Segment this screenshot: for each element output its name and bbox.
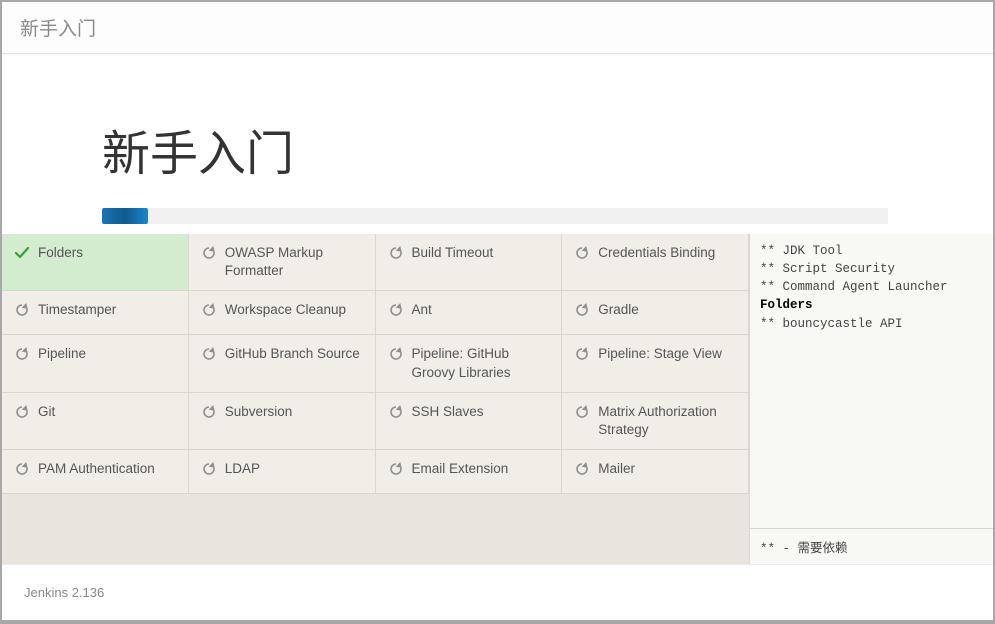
plugin-label: Gradle [598, 301, 639, 319]
log-line: ** Command Agent Launcher [760, 278, 983, 296]
refresh-icon [388, 302, 404, 318]
plugin-label: Git [38, 403, 55, 421]
plugin-label: PAM Authentication [38, 460, 155, 478]
refresh-icon [14, 404, 30, 420]
progress-bar-fill [102, 208, 148, 224]
plugin-label: Matrix Authorization Strategy [598, 403, 736, 439]
plugin-cell: OWASP Markup Formatter [189, 234, 376, 291]
install-log-sidebar: ** JDK Tool** Script Security** Command … [749, 234, 993, 564]
refresh-icon [574, 245, 590, 261]
plugin-label: SSH Slaves [412, 403, 484, 421]
progress-bar [102, 208, 888, 224]
plugin-label: Mailer [598, 460, 635, 478]
jenkins-version: Jenkins 2.136 [24, 585, 104, 600]
refresh-icon [14, 461, 30, 477]
plugin-cell: Subversion [189, 393, 376, 450]
plugin-label: Email Extension [412, 460, 509, 478]
plugin-label: GitHub Branch Source [225, 345, 360, 363]
refresh-icon [14, 346, 30, 362]
plugin-cell: Ant [376, 291, 563, 335]
install-log-footer: ** - 需要依赖 [750, 528, 993, 564]
plugin-cell: Pipeline: Stage View [562, 335, 749, 392]
refresh-icon [14, 302, 30, 318]
plugin-cell: Gradle [562, 291, 749, 335]
log-line: ** Script Security [760, 260, 983, 278]
plugins-grid: Folders OWASP Markup Formatter Build Timeo… [2, 234, 749, 564]
plugin-cell: Pipeline: GitHub Groovy Libraries [376, 335, 563, 392]
plugin-label: Build Timeout [412, 244, 494, 262]
refresh-icon [201, 461, 217, 477]
plugin-label: Workspace Cleanup [225, 301, 346, 319]
main-title: 新手入门 [102, 114, 993, 184]
refresh-icon [388, 404, 404, 420]
plugin-label: Timestamper [38, 301, 116, 319]
refresh-icon [388, 245, 404, 261]
plugin-cell: SSH Slaves [376, 393, 563, 450]
plugin-label: Pipeline: Stage View [598, 345, 722, 363]
plugin-label: Credentials Binding [598, 244, 715, 262]
plugin-label: Pipeline [38, 345, 86, 363]
refresh-icon [201, 346, 217, 362]
header-bar: 新手入门 [2, 2, 993, 54]
plugin-cell: Email Extension [376, 450, 563, 494]
plugin-cell: Mailer [562, 450, 749, 494]
plugin-cell: Workspace Cleanup [189, 291, 376, 335]
plugin-label: Pipeline: GitHub Groovy Libraries [412, 345, 550, 381]
plugin-cell: GitHub Branch Source [189, 335, 376, 392]
plugin-label: LDAP [225, 460, 260, 478]
refresh-icon [201, 302, 217, 318]
plugin-cell: LDAP [189, 450, 376, 494]
setup-wizard: 新手入门 新手入门 Folders OWASP Markup Formatter B… [2, 2, 993, 620]
refresh-icon [388, 346, 404, 362]
plugin-label: Subversion [225, 403, 293, 421]
plugin-label: Folders [38, 244, 83, 262]
refresh-icon [574, 302, 590, 318]
plugin-cell: Credentials Binding [562, 234, 749, 291]
plugin-cell: Timestamper [2, 291, 189, 335]
plugin-cell: Pipeline [2, 335, 189, 392]
header-title: 新手入门 [20, 14, 975, 41]
plugin-cell: Folders [2, 234, 189, 291]
footer: Jenkins 2.136 [2, 564, 993, 620]
refresh-icon [201, 245, 217, 261]
log-line: ** JDK Tool [760, 242, 983, 260]
refresh-icon [201, 404, 217, 420]
plugin-cell: PAM Authentication [2, 450, 189, 494]
refresh-icon [574, 404, 590, 420]
check-icon [14, 245, 30, 261]
plugin-label: Ant [412, 301, 432, 319]
plugin-cell: Git [2, 393, 189, 450]
refresh-icon [574, 461, 590, 477]
log-line: ** bouncycastle API [760, 315, 983, 333]
content-row: Folders OWASP Markup Formatter Build Timeo… [2, 234, 993, 564]
refresh-icon [574, 346, 590, 362]
main-title-section: 新手入门 [2, 54, 993, 208]
plugin-cell: Matrix Authorization Strategy [562, 393, 749, 450]
refresh-icon [388, 461, 404, 477]
plugin-cell: Build Timeout [376, 234, 563, 291]
plugin-label: OWASP Markup Formatter [225, 244, 363, 280]
install-log: ** JDK Tool** Script Security** Command … [750, 234, 993, 528]
log-line: Folders [760, 296, 983, 314]
